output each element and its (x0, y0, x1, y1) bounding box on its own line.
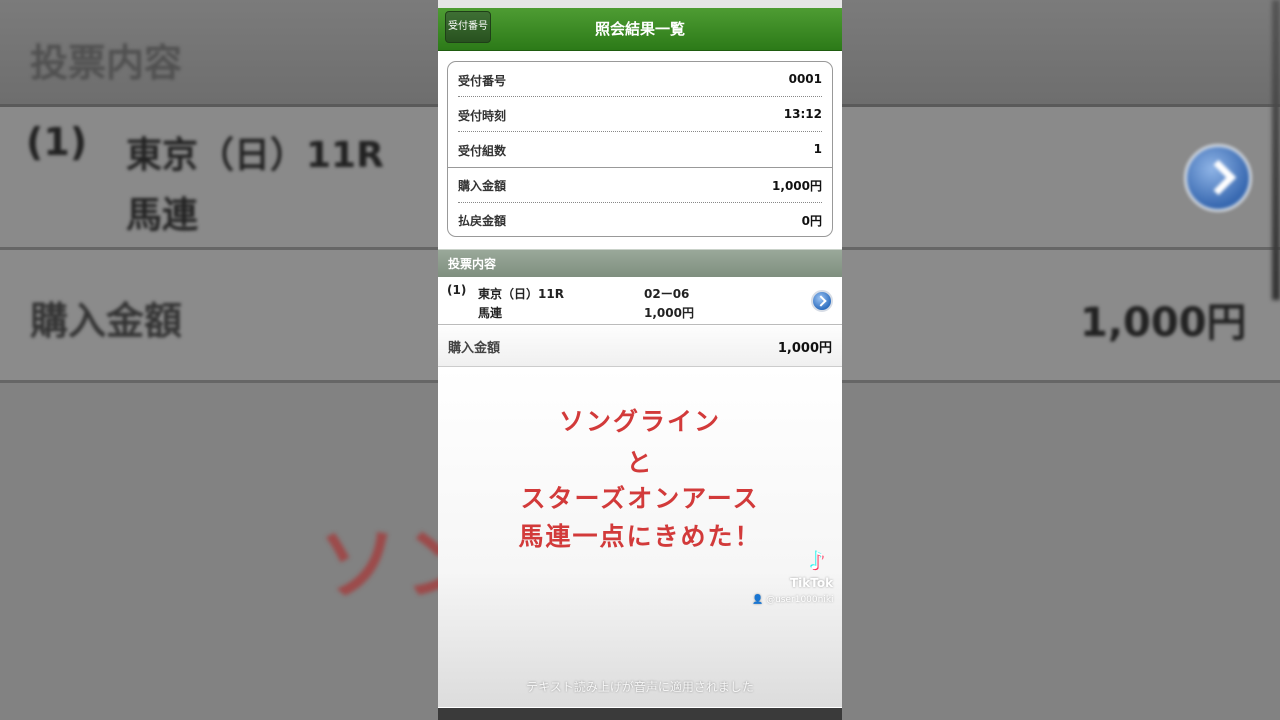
chevron-right-icon[interactable] (811, 290, 833, 312)
bg-chevron-right-icon (1184, 144, 1252, 212)
info-label: 受付番号 (458, 74, 507, 88)
receipt-info-card: 受付番号 0001 受付時刻 13:12 受付組数 1 購入金額 1,000円 … (447, 61, 833, 237)
info-row-receipt-count: 受付組数 1 (458, 132, 822, 166)
bet-race: 東京（日）11R (478, 287, 564, 301)
info-row-purchase-amount: 購入金額 1,000円 (458, 167, 822, 201)
total-row: 購入金額 1,000円 (438, 326, 842, 367)
bottom-bar (438, 708, 842, 720)
bg-bet-number: (1) (26, 120, 88, 164)
info-row-receipt-number: 受付番号 0001 (458, 62, 822, 96)
caption-line-3: スターズオンアース (520, 484, 760, 513)
info-value: 0001 (788, 72, 822, 86)
info-value: 0円 (801, 214, 822, 228)
bet-type: 馬連 (478, 306, 503, 320)
bet-combination: 02ー06 (644, 287, 690, 301)
section-header-bet-content: 投票内容 (438, 249, 842, 277)
bet-number: (1) (447, 283, 467, 297)
caption-line-4: 馬連一点にきめた！ (518, 522, 762, 551)
info-row-payout-amount: 払戻金額 0円 (458, 202, 822, 236)
tts-notice: テキスト読み上げが音声に適用されました (526, 680, 754, 694)
info-value: 1,000円 (772, 179, 822, 193)
total-label: 購入金額 (448, 341, 501, 356)
info-value: 13:12 (783, 107, 822, 121)
bg-total-value: 1,000円 (1080, 300, 1247, 346)
bg-header-title: 投票内容 (30, 41, 183, 85)
phone-screen: 照会結果一覧 受付番号 受付番号 0001 受付時刻 13:12 受付組数 1 … (438, 0, 842, 720)
page-title: 照会結果一覧 (594, 20, 685, 38)
user-icon: 👤 (752, 595, 764, 605)
bet-amount: 1,000円 (644, 306, 694, 320)
bg-bet-type: 馬連 (126, 195, 199, 236)
navbar: 照会結果一覧 受付番号 (438, 8, 842, 51)
back-button[interactable]: 受付番号 (445, 11, 491, 43)
caption-line-2: と (626, 448, 654, 477)
top-strip (438, 0, 842, 8)
bet-list-item[interactable]: (1) 東京（日）11R 馬連 02ー06 1,000円 (438, 278, 842, 325)
info-label: 受付時刻 (458, 109, 507, 123)
info-label: 受付組数 (458, 144, 507, 158)
tiktok-brand: TikTok (790, 576, 834, 590)
bg-bet-race: 東京（日）11R (126, 135, 384, 176)
tiktok-username: 👤 @user1000niki (752, 595, 834, 605)
caption-line-1: ソングライン (558, 407, 721, 436)
tiktok-username-text: @user1000niki (766, 595, 834, 605)
bg-edge-shadow (1272, 0, 1280, 300)
bg-total-label: 購入金額 (30, 299, 183, 343)
info-label: 購入金額 (458, 179, 507, 193)
tiktok-note-icon: ♪ (809, 547, 825, 575)
info-label: 払戻金額 (458, 214, 507, 228)
info-value: 1 (813, 142, 822, 156)
info-row-receipt-time: 受付時刻 13:12 (458, 97, 822, 131)
total-value: 1,000円 (777, 341, 832, 356)
